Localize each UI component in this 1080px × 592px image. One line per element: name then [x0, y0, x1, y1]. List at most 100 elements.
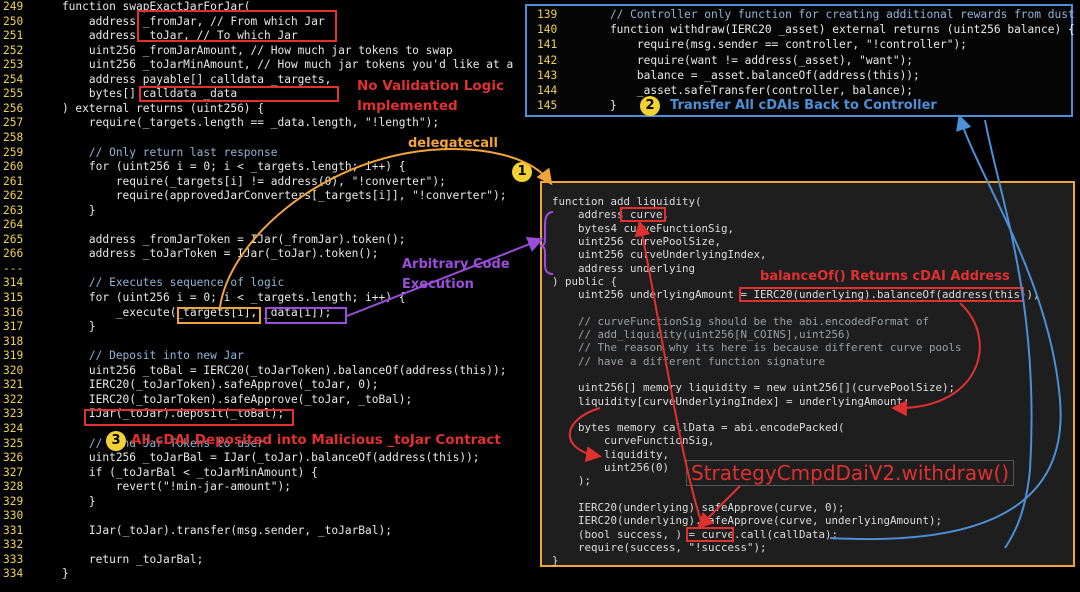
- left-code-line: 259 // Only return last response: [0, 146, 277, 161]
- line-number: 330: [3, 509, 24, 523]
- calldata-data-highlight: [139, 86, 339, 102]
- withdraw-code-line: 144 _asset.safeTransfer(controller, bala…: [527, 84, 913, 99]
- deposited-malicious-label: All cDAI Deposited into Malicious _toJar…: [131, 432, 501, 448]
- add-liquidity-code-line: liquidity[curveUnderlyingIndex] = underl…: [552, 394, 910, 408]
- withdraw-code-line: 145 }: [527, 99, 617, 114]
- code-text: }: [35, 320, 96, 334]
- code-text: uint256 _fromJarAmount, // How much jar …: [35, 43, 453, 57]
- left-code-line: 328 revert("!min-jar-amount");: [0, 480, 291, 495]
- line-number: 314: [3, 276, 24, 290]
- left-code-line: 261 require(_targets[i] != address(0), "…: [0, 175, 446, 190]
- code-text: }: [35, 203, 96, 217]
- line-number: 255: [3, 87, 24, 101]
- left-code-line: 314 // Executes sequence of logic: [0, 276, 284, 291]
- line-number: 317: [3, 320, 24, 334]
- left-code-line: 262 require(approvedJarConverters[_targe…: [0, 189, 506, 204]
- line-number: 257: [3, 116, 24, 130]
- line-number: 258: [3, 130, 24, 144]
- curve-call-highlight: [686, 527, 734, 542]
- left-code-line: 334 }: [0, 567, 69, 582]
- add-liquidity-code-line: );: [552, 474, 592, 488]
- step-three-badge: 3: [106, 431, 126, 451]
- code-text: }: [35, 494, 96, 508]
- line-number: 263: [3, 203, 24, 217]
- left-code-line: 322 IERC20(_toJarToken).safeApprove(_toJ…: [0, 393, 412, 408]
- line-number: 322: [3, 392, 24, 406]
- code-text: for (uint256 i = 0; i < _targets.length;…: [35, 160, 406, 174]
- line-number: 250: [3, 14, 24, 28]
- no-validation-label: No Validation Logic: [357, 78, 504, 94]
- left-code-line: 260 for (uint256 i = 0; i < _targets.len…: [0, 160, 405, 175]
- left-code-line: 319 // Deposit into new Jar: [0, 349, 244, 364]
- line-number: 261: [3, 174, 24, 188]
- deposit-highlight: [84, 409, 294, 426]
- add-liquidity-code-line: }: [552, 554, 559, 568]
- data-highlight: [265, 307, 347, 324]
- code-text: revert("!min-jar-amount");: [35, 480, 291, 494]
- left-code-line: 256 ) external returns (uint256) {: [0, 102, 264, 117]
- left-code-line: 253 uint256 _toJarMinAmount, // How much…: [0, 58, 513, 73]
- line-number: 332: [3, 538, 24, 552]
- left-code-line: 331 IJar(_toJar).transfer(msg.sender, _t…: [0, 524, 392, 539]
- line-number: 326: [3, 451, 24, 465]
- left-code-line: 333 return _toJarBal;: [0, 553, 203, 568]
- code-text: return _toJarBal;: [35, 552, 204, 566]
- line-number: 324: [3, 421, 24, 435]
- code-text: address _toJarToken = IJar(_toJar).token…: [35, 247, 379, 261]
- left-code-line: 329 }: [0, 495, 96, 510]
- add-liquidity-code-line: // have a different function signature: [552, 354, 826, 368]
- line-number: 321: [3, 378, 24, 392]
- line-number: 254: [3, 72, 24, 86]
- line-number: 253: [3, 58, 24, 72]
- left-code-line: 327 if (_toJarBal < _toJarMinAmount) {: [0, 466, 318, 481]
- code-text: IERC20(_toJarToken).safeApprove(_toJar, …: [35, 392, 413, 406]
- line-number: 315: [3, 291, 24, 304]
- line-number: 142: [537, 53, 558, 67]
- code-text: }: [35, 567, 69, 581]
- code-text: // Deposit into new Jar: [35, 349, 244, 363]
- line-number: 252: [3, 43, 24, 57]
- line-number: ---: [3, 261, 24, 275]
- left-code-line: 330: [0, 509, 35, 524]
- line-number: 143: [537, 68, 558, 82]
- left-code-line: 321 IERC20(_toJarToken).safeApprove(_toJ…: [0, 378, 379, 393]
- left-code-line: 326 uint256 _toJarBal = IJar(_toJar).bal…: [0, 451, 480, 466]
- line-number: 266: [3, 247, 24, 261]
- line-number: 327: [3, 465, 24, 479]
- code-text: require(msg.sender == controller, "!cont…: [583, 38, 967, 52]
- strategy-withdraw-label: StrategyCmpdDaiV2.withdraw(): [686, 460, 1015, 486]
- withdraw-code-line: 140 function withdraw(IERC20 _asset) ext…: [527, 23, 1075, 38]
- line-number: 329: [3, 494, 24, 508]
- step-two-badge: 2: [640, 96, 660, 116]
- execution-label: Execution: [402, 277, 474, 292]
- left-code-line: 320 uint256 _toBal = IERC20(_toJarToken)…: [0, 364, 506, 379]
- line-number: 320: [3, 363, 24, 377]
- code-text: uint256 _toBal = IERC20(_toJarToken).bal…: [35, 363, 507, 377]
- balanceof-label: balanceOf() Returns cDAI Address: [760, 269, 1010, 284]
- code-text: // Only return last response: [35, 145, 278, 159]
- code-text: require(_targets.length == _data.length,…: [35, 116, 440, 130]
- code-text: // Executes sequence of logic: [35, 276, 285, 290]
- left-code-line: 265 address _fromJarToken = IJar(_fromJa…: [0, 233, 405, 248]
- left-code-line: 252 uint256 _fromJarAmount, // How much …: [0, 44, 453, 59]
- add-liquidity-code-line: require(success, "!success");: [552, 540, 767, 554]
- code-text: require(approvedJarConverters[_targets[i…: [35, 189, 507, 203]
- curve-param-highlight: [620, 207, 666, 222]
- code-text: balance = _asset.balanceOf(address(this)…: [583, 68, 920, 82]
- code-text: _asset.safeTransfer(controller, balance)…: [583, 84, 914, 97]
- transfer-cdai-label: Transfer All cDAIs Back to Controller: [670, 98, 937, 113]
- line-number: 259: [3, 145, 24, 159]
- code-text: require(want != address(_asset), "want")…: [583, 53, 914, 67]
- code-text: address payable[] calldata _targets,: [35, 72, 332, 86]
- withdraw-code-line: 141 require(msg.sender == controller, "!…: [527, 38, 967, 53]
- line-number: 264: [3, 218, 24, 232]
- left-code-line: 332: [0, 538, 35, 553]
- line-number: 318: [3, 334, 24, 348]
- line-number: 249: [3, 0, 24, 13]
- line-number: 334: [3, 567, 24, 581]
- left-code-line: 263 }: [0, 204, 96, 219]
- left-code-line: 264: [0, 218, 35, 233]
- balanceof-highlight: [739, 287, 1024, 302]
- code-text: IJar(_toJar).transfer(msg.sender, _toJar…: [35, 523, 392, 537]
- line-number: 251: [3, 29, 24, 43]
